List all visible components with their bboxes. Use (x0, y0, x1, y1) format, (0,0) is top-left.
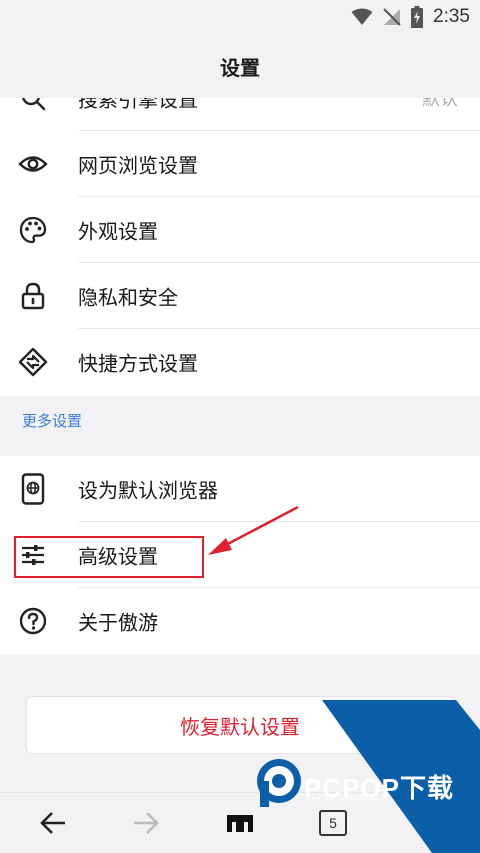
status-icons: 2:35 (351, 4, 470, 30)
settings-item-label: 网页浏览设置 (78, 153, 198, 178)
wifi-icon (351, 8, 373, 25)
settings-item-default-browser[interactable]: 设为默认浏览器 (0, 456, 480, 522)
status-time: 2:35 (433, 6, 470, 27)
palette-icon (18, 215, 48, 245)
settings-item-search-engine[interactable]: 搜索引擎设置 默认 (0, 98, 480, 131)
lock-icon (18, 281, 48, 311)
settings-item-label: 搜索引擎设置 (78, 98, 198, 112)
page-title: 设置 (220, 55, 260, 80)
settings-item-label: 设为默认浏览器 (78, 478, 218, 503)
phone-globe-icon (18, 473, 48, 505)
maxthon-logo-icon (227, 815, 253, 832)
help-icon (18, 606, 48, 636)
back-button[interactable] (37, 807, 69, 839)
settings-item-appearance[interactable]: 外观设置 (0, 197, 480, 263)
restore-defaults-label: 恢复默认设置 (180, 714, 300, 739)
search-engine-value: 默认 (422, 98, 458, 110)
settings-item-label: 快捷方式设置 (78, 351, 198, 376)
tab-count-badge: 5 (319, 810, 347, 836)
shortcut-icon (18, 347, 48, 377)
tabs-button[interactable]: 5 (317, 807, 349, 839)
forward-button[interactable] (130, 807, 162, 839)
settings-group-main: 搜索引擎设置 默认 网页浏览设置 外观设置 隐私和安全 快捷方式设置 (0, 98, 480, 396)
settings-item-about[interactable]: 关于傲游 (0, 588, 480, 654)
watermark-subtext: PCPOP Download (306, 793, 379, 802)
menu-button[interactable] (224, 807, 256, 839)
arrow-left-icon (40, 812, 65, 834)
settings-item-privacy[interactable]: 隐私和安全 (0, 263, 480, 329)
settings-item-shortcuts[interactable]: 快捷方式设置 (0, 329, 480, 395)
settings-item-browsing[interactable]: 网页浏览设置 (0, 131, 480, 197)
settings-item-label: 关于傲游 (78, 610, 158, 635)
settings-item-label: 隐私和安全 (78, 285, 178, 310)
no-signal-icon (383, 8, 401, 26)
title-bar: 设置 (0, 34, 480, 98)
status-bar: 2:35 (0, 0, 480, 34)
restore-defaults-button[interactable]: 恢复默认设置 (26, 696, 454, 754)
settings-item-label: 外观设置 (78, 219, 158, 244)
battery-charging-icon (411, 6, 424, 28)
arrow-right-icon (134, 812, 159, 834)
annotation-highlight-box (14, 536, 204, 578)
search-icon (18, 98, 48, 113)
eye-icon (18, 149, 48, 179)
section-header-more-settings: 更多设置 (22, 412, 83, 430)
